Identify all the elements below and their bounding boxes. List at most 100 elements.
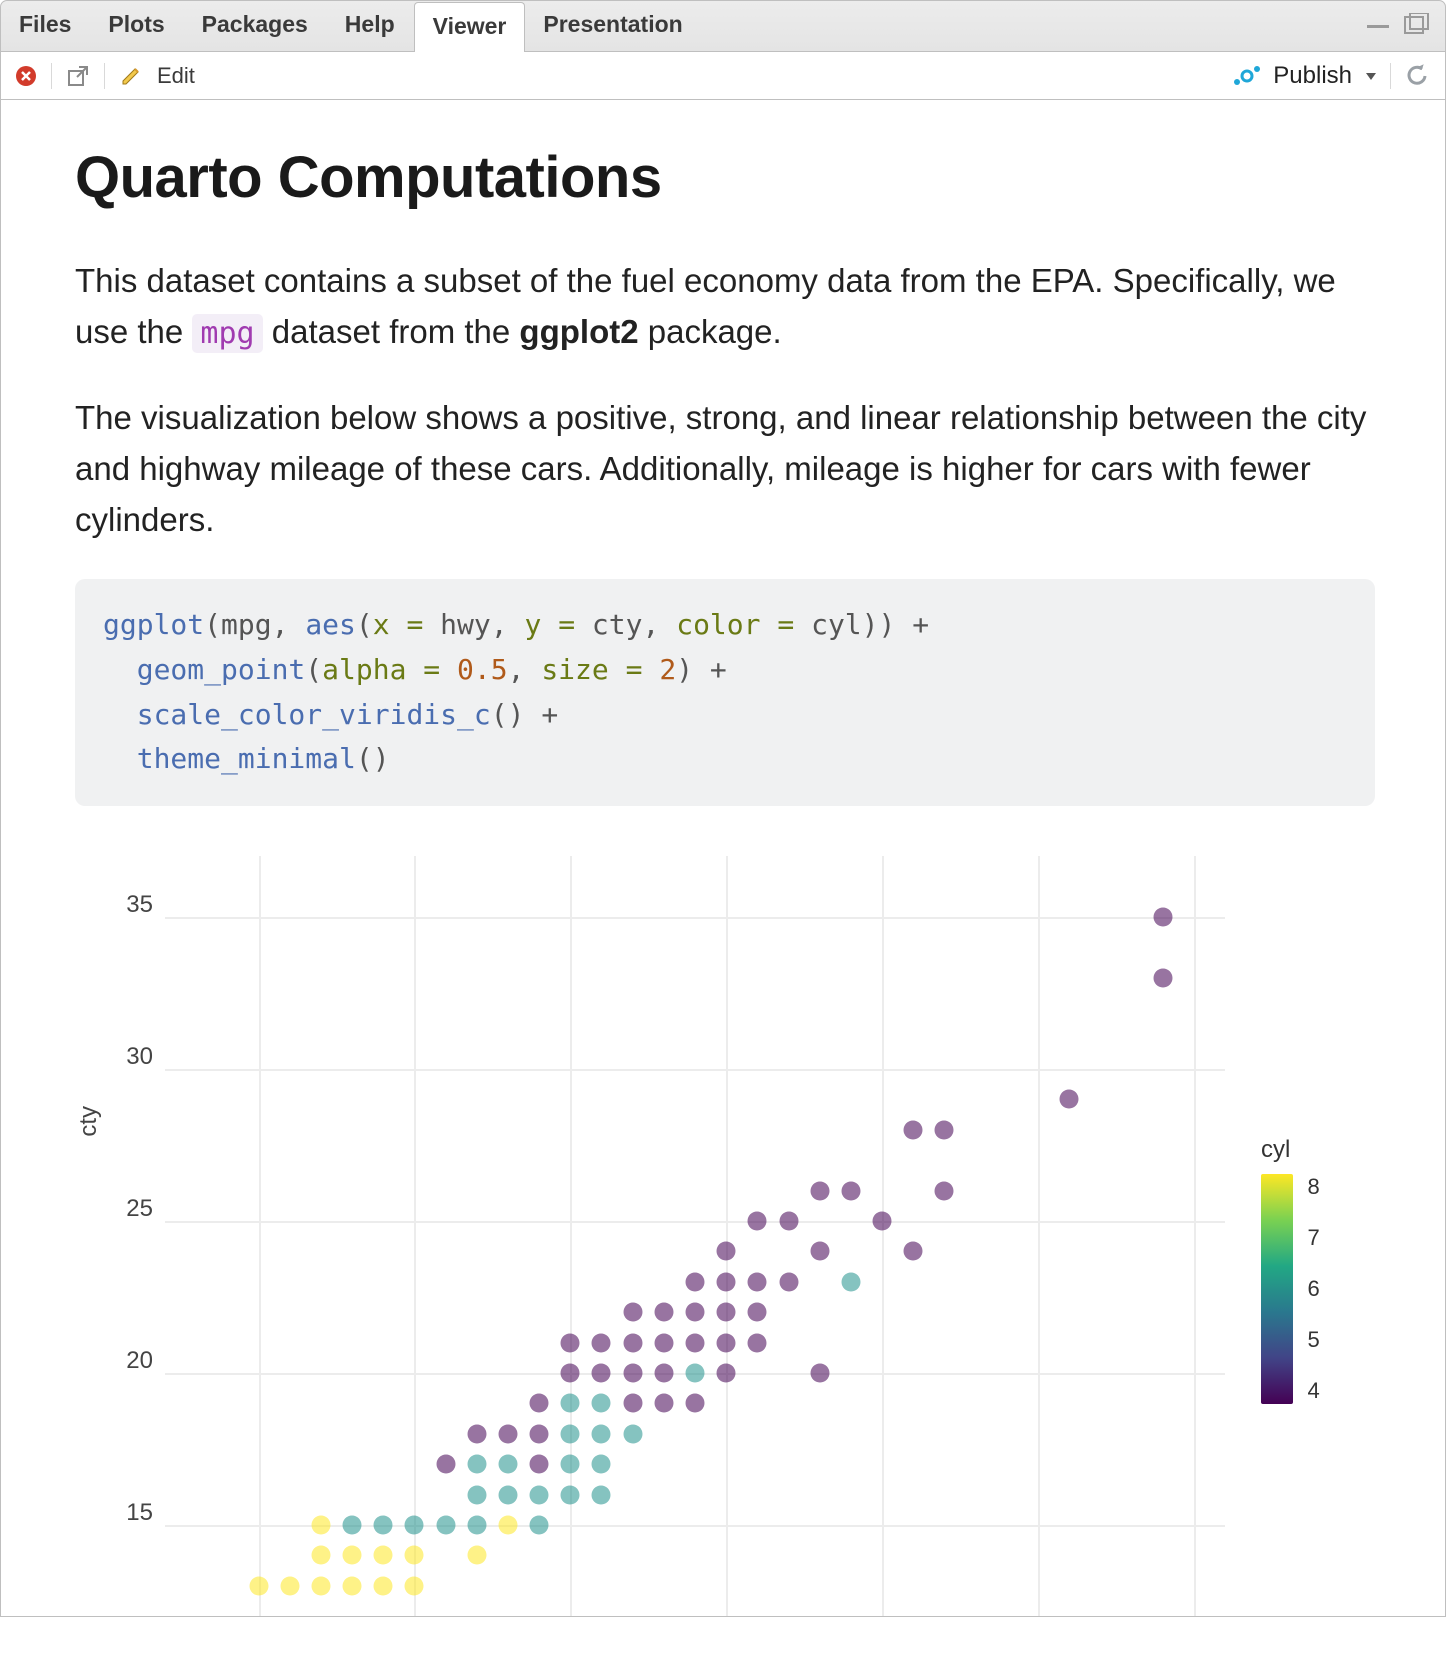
data-point (935, 1120, 954, 1139)
data-point (592, 1364, 611, 1383)
edit-pencil-icon[interactable] (119, 64, 143, 88)
data-point (779, 1272, 798, 1291)
data-point (686, 1394, 705, 1413)
data-point (498, 1516, 517, 1535)
data-point (686, 1272, 705, 1291)
data-point (498, 1455, 517, 1474)
tab-presentation[interactable]: Presentation (525, 1, 701, 51)
data-point (779, 1212, 798, 1231)
legend-tick: 7 (1307, 1225, 1319, 1251)
data-point (717, 1272, 736, 1291)
para-text: dataset from the (263, 313, 520, 350)
data-point (623, 1303, 642, 1322)
data-point (810, 1181, 829, 1200)
data-point (592, 1455, 611, 1474)
data-point (592, 1394, 611, 1413)
data-point (1060, 1090, 1079, 1109)
color-legend: cyl 8 7 6 5 4 (1261, 1136, 1320, 1404)
data-point (686, 1333, 705, 1352)
paragraph-2: The visualization below shows a positive… (75, 392, 1375, 545)
document-title: Quarto Computations (75, 144, 1375, 211)
y-axis-ticks: 1520253035 (113, 856, 153, 1616)
data-point (467, 1546, 486, 1565)
cancel-icon[interactable] (15, 65, 37, 87)
data-point (561, 1455, 580, 1474)
publish-dropdown-icon[interactable] (1364, 69, 1378, 83)
data-point (686, 1364, 705, 1383)
inline-code-mpg: mpg (192, 314, 262, 353)
edit-button[interactable]: Edit (157, 63, 195, 89)
pane-tabbar: FilesPlotsPackagesHelpViewerPresentation (0, 0, 1446, 52)
data-point (717, 1303, 736, 1322)
data-point (280, 1576, 299, 1595)
data-point (405, 1516, 424, 1535)
data-point (561, 1333, 580, 1352)
data-point (623, 1333, 642, 1352)
data-point (717, 1242, 736, 1261)
code-block: ggplot(mpg, aes(x = hwy, y = cty, color … (75, 579, 1375, 806)
data-point (592, 1424, 611, 1443)
tab-files[interactable]: Files (1, 1, 90, 51)
plot-area (165, 856, 1225, 1616)
data-point (1153, 968, 1172, 987)
legend-tick: 6 (1307, 1276, 1319, 1302)
tab-viewer[interactable]: Viewer (414, 2, 526, 52)
popout-icon[interactable] (66, 64, 90, 88)
data-point (623, 1424, 642, 1443)
tab-help[interactable]: Help (327, 1, 414, 51)
data-point (873, 1212, 892, 1231)
data-point (841, 1272, 860, 1291)
tab-plots[interactable]: Plots (90, 1, 183, 51)
minimize-pane-icon[interactable] (1365, 17, 1395, 35)
data-point (530, 1455, 549, 1474)
data-point (592, 1333, 611, 1352)
data-point (374, 1546, 393, 1565)
data-point (530, 1424, 549, 1443)
legend-tick: 4 (1307, 1378, 1319, 1404)
data-point (343, 1516, 362, 1535)
data-point (530, 1394, 549, 1413)
maximize-pane-icon[interactable] (1401, 13, 1431, 39)
data-point (530, 1516, 549, 1535)
data-point (405, 1546, 424, 1565)
data-point (654, 1303, 673, 1322)
tab-packages[interactable]: Packages (184, 1, 327, 51)
bold-package-name: ggplot2 (519, 313, 638, 350)
data-point (748, 1303, 767, 1322)
data-point (654, 1333, 673, 1352)
data-point (467, 1455, 486, 1474)
data-point (436, 1455, 455, 1474)
scatter-chart: cty 1520253035 cyl 8 7 6 5 4 (75, 836, 1375, 1616)
legend-gradient (1261, 1174, 1293, 1404)
publish-icon[interactable] (1233, 62, 1261, 90)
data-point (561, 1364, 580, 1383)
refresh-icon[interactable] (1403, 62, 1431, 90)
data-point (374, 1516, 393, 1535)
data-point (436, 1516, 455, 1535)
data-point (748, 1272, 767, 1291)
data-point (530, 1485, 549, 1504)
data-point (935, 1181, 954, 1200)
data-point (311, 1546, 330, 1565)
data-point (467, 1424, 486, 1443)
legend-title: cyl (1261, 1136, 1320, 1164)
y-axis-label: cty (75, 1106, 103, 1367)
data-point (654, 1394, 673, 1413)
data-point (498, 1485, 517, 1504)
data-point (467, 1516, 486, 1535)
legend-tick: 5 (1307, 1327, 1319, 1353)
data-point (467, 1485, 486, 1504)
data-point (748, 1212, 767, 1231)
data-point (810, 1364, 829, 1383)
data-point (748, 1333, 767, 1352)
para-text: package. (639, 313, 782, 350)
data-point (311, 1576, 330, 1595)
data-point (810, 1242, 829, 1261)
data-point (623, 1394, 642, 1413)
publish-button[interactable]: Publish (1273, 62, 1352, 90)
data-point (343, 1576, 362, 1595)
data-point (904, 1242, 923, 1261)
legend-tick-labels: 8 7 6 5 4 (1307, 1174, 1319, 1404)
legend-tick: 8 (1307, 1174, 1319, 1200)
data-point (686, 1303, 705, 1322)
